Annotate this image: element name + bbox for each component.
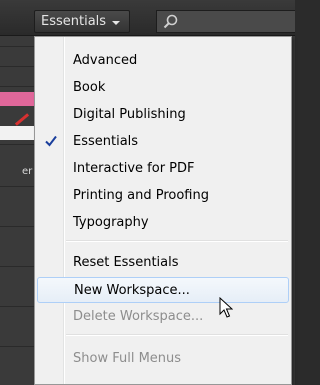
menu-item-typography[interactable]: Typography bbox=[37, 211, 289, 233]
menu-item-label: Interactive for PDF bbox=[73, 160, 195, 176]
panel-swatch bbox=[0, 126, 34, 140]
menu-item-advanced[interactable]: Advanced bbox=[37, 49, 289, 71]
menu-item-label: Typography bbox=[73, 214, 149, 230]
workspace-menu: Advanced Book Digital Publishing Essenti… bbox=[34, 36, 292, 385]
menu-separator bbox=[66, 334, 288, 336]
side-panel bbox=[0, 36, 34, 385]
search-icon bbox=[163, 14, 178, 29]
menu-item-label: New Workspace... bbox=[74, 282, 190, 298]
color-swatch bbox=[0, 92, 34, 106]
menu-item-label: Delete Workspace... bbox=[73, 308, 204, 324]
menu-item-label: Advanced bbox=[73, 52, 138, 68]
menu-item-label: Reset Essentials bbox=[73, 254, 179, 270]
chevron-down-icon bbox=[112, 21, 120, 25]
search-input[interactable] bbox=[156, 10, 295, 33]
panel-divider bbox=[0, 186, 34, 187]
menu-item-printing-and-proofing[interactable]: Printing and Proofing bbox=[37, 184, 289, 206]
menu-item-label: Printing and Proofing bbox=[73, 187, 209, 203]
panel-divider bbox=[0, 306, 34, 307]
panel-divider bbox=[0, 226, 34, 227]
panel-divider bbox=[0, 46, 34, 47]
mouse-pointer-icon bbox=[219, 297, 233, 318]
menu-item-show-full-menus: Show Full Menus bbox=[37, 347, 289, 369]
menu-item-label: Essentials bbox=[73, 133, 139, 149]
menu-item-book[interactable]: Book bbox=[37, 76, 289, 98]
panel-divider bbox=[0, 346, 34, 347]
menu-item-reset-essentials[interactable]: Reset Essentials bbox=[37, 251, 289, 273]
menu-item-label: Book bbox=[73, 79, 106, 95]
menu-item-label: Show Full Menus bbox=[73, 350, 182, 366]
panel-divider bbox=[0, 266, 34, 267]
menu-item-interactive-for-pdf[interactable]: Interactive for PDF bbox=[37, 157, 289, 179]
panel-label: er bbox=[22, 166, 33, 177]
menu-item-label: Digital Publishing bbox=[73, 106, 186, 122]
checkmark-icon bbox=[45, 135, 57, 147]
menu-separator bbox=[66, 240, 288, 242]
panel-divider bbox=[0, 66, 34, 67]
menu-item-new-workspace[interactable]: New Workspace... bbox=[37, 277, 289, 303]
workspace-switcher-label: Essentials bbox=[41, 14, 107, 29]
menu-item-essentials[interactable]: Essentials bbox=[37, 130, 289, 152]
workspace-switcher-button[interactable]: Essentials bbox=[34, 10, 130, 33]
menu-item-delete-workspace: Delete Workspace... bbox=[37, 305, 289, 327]
panel-edge bbox=[292, 36, 295, 385]
menu-item-digital-publishing[interactable]: Digital Publishing bbox=[37, 103, 289, 125]
panel-divider bbox=[0, 86, 34, 87]
panel-divider bbox=[0, 144, 34, 145]
